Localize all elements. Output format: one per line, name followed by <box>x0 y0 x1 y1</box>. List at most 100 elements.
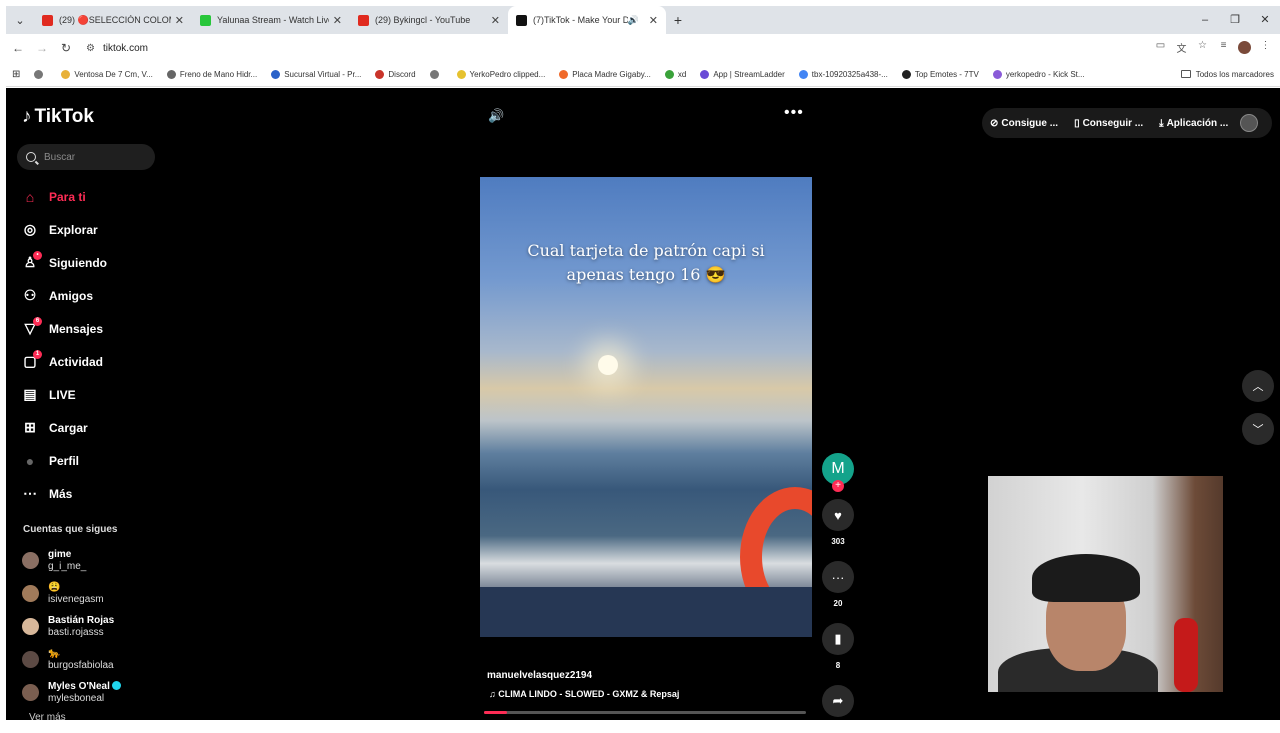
cast-icon[interactable]: ▭ <box>1150 40 1171 57</box>
avatar <box>22 651 39 668</box>
sidebar-item-label: Mensajes <box>49 321 104 336</box>
reload-icon[interactable]: ↻ <box>54 41 78 55</box>
top-action-button[interactable]: ⊘ Consigue ... <box>982 118 1066 129</box>
tab-close-icon[interactable]: ✕ <box>333 14 342 27</box>
browser-tab[interactable]: (29) 🔴SELECCIÓN COLOMBIA ✕ <box>34 6 192 34</box>
bookmark-item[interactable]: Ventosa De 7 Cm, V... <box>55 69 160 79</box>
video-progress-bar[interactable] <box>484 711 806 714</box>
see-more-link[interactable]: Ver más <box>29 712 66 723</box>
sidebar-item[interactable]: ▢ 1 Actividad <box>22 345 162 378</box>
following-item[interactable]: Bastián Rojas basti.rojasss <box>22 610 162 643</box>
bookmark-item[interactable]: Top Emotes - 7TV <box>896 69 987 79</box>
video-action[interactable]: ▮ 8 <box>822 623 854 671</box>
heart-icon[interactable]: ♥ <box>822 499 854 531</box>
bookmark-favicon-icon <box>700 69 710 79</box>
video-music[interactable]: ♫ CLIMA LINDO - SLOWED - GXMZ & Repsaj <box>489 689 679 699</box>
minimize-icon[interactable]: – <box>1190 6 1220 34</box>
video-action[interactable]: ··· 20 <box>822 561 854 609</box>
more-icon: ⋯ <box>22 485 38 502</box>
following-handle: mylesboneal <box>48 692 105 704</box>
bookmark-label: Discord <box>388 69 416 79</box>
video-action[interactable]: ➦ 8 <box>822 685 854 733</box>
sidebar-item[interactable]: ◎ Explorar <box>22 213 162 246</box>
bookmark-item[interactable] <box>424 69 451 79</box>
top-action-button[interactable]: ⤓ Aplicación ... <box>1151 118 1236 129</box>
bookmark-item[interactable]: Freno de Mano Hidr... <box>161 69 265 79</box>
url-field[interactable]: ⚙ tiktok.com <box>86 37 1126 59</box>
tab-close-icon[interactable]: ✕ <box>175 14 184 27</box>
following-item[interactable]: gime g_i_me_ <box>22 544 162 577</box>
forward-icon[interactable]: → <box>30 41 54 55</box>
sidebar-item-label: Perfil <box>49 453 80 468</box>
webcam-microphone <box>1174 618 1198 692</box>
following-title: Cuentas que sigues <box>23 524 118 535</box>
all-bookmarks[interactable]: Todos los marcadores <box>1180 70 1280 79</box>
bookmark-item[interactable]: yerkopedro - Kick St... <box>987 69 1093 79</box>
restore-icon[interactable]: ❐ <box>1220 6 1250 34</box>
browser-tab[interactable]: (7)TikTok - Make Your Day🔊 ✕ <box>508 6 666 34</box>
previous-video-button[interactable]: ︿ <box>1242 370 1274 402</box>
translate-icon[interactable]: 文 <box>1171 40 1192 57</box>
sidebar-item[interactable]: ▤ LIVE <box>22 378 162 411</box>
next-video-button[interactable]: ﹀ <box>1242 413 1274 445</box>
volume-icon[interactable]: 🔊 <box>488 108 504 124</box>
following-item[interactable]: 😩 isivenegasm <box>22 577 162 610</box>
tiktok-note-icon: ♪ <box>22 106 32 127</box>
apps-icon[interactable]: ⊞ <box>6 69 28 80</box>
url-text: tiktok.com <box>102 42 148 54</box>
tab-close-icon[interactable]: ✕ <box>649 14 658 27</box>
bookmark-favicon-icon <box>429 69 439 79</box>
top-action-button[interactable]: ▯ Conseguir ... <box>1066 118 1151 129</box>
bookmark-item[interactable]: App | StreamLadder <box>694 69 792 79</box>
video-more-icon[interactable]: ••• <box>784 104 804 122</box>
following-name-text: Myles O'Neal <box>48 680 110 692</box>
sidebar-item[interactable]: ● Perfil <box>22 444 162 477</box>
compass-icon: ◎ <box>22 221 38 238</box>
bookmark-item[interactable]: Sucursal Virtual - Pr... <box>265 69 369 79</box>
share-icon[interactable]: ➦ <box>822 685 854 717</box>
search-input[interactable]: Buscar <box>17 144 155 170</box>
site-info-icon[interactable]: ⚙ <box>86 43 95 54</box>
video-action[interactable]: ♥ 303 <box>822 499 854 547</box>
bookmark-item[interactable]: xd <box>659 69 694 79</box>
new-tab-button[interactable]: + <box>666 12 690 28</box>
sidebar-item[interactable]: ⌂ Para ti <box>22 180 162 213</box>
following-item[interactable]: Myles O'Neal mylesboneal <box>22 676 162 709</box>
tab-search-icon[interactable]: ⌄ <box>6 14 34 27</box>
video-author[interactable]: manuelvelasquez2194 <box>487 670 592 681</box>
bookmark-label: yerkopedro - Kick St... <box>1005 69 1085 79</box>
bookmark-label: Placa Madre Gigaby... <box>572 69 651 79</box>
close-window-icon[interactable]: ✕ <box>1250 6 1280 34</box>
follow-plus-icon[interactable]: + <box>832 480 844 492</box>
comment-icon[interactable]: ··· <box>822 561 854 593</box>
star-icon[interactable]: ☆ <box>1192 40 1213 57</box>
sidebar-item[interactable]: ▽ 6 Mensajes <box>22 312 162 345</box>
media-icon[interactable]: ≡ <box>1213 40 1234 57</box>
menu-icon[interactable]: ⋮ <box>1255 40 1276 57</box>
bookmark-item[interactable] <box>28 69 55 79</box>
tab-close-icon[interactable]: ✕ <box>491 14 500 27</box>
user-avatar[interactable] <box>1240 114 1259 132</box>
back-icon[interactable]: ← <box>6 41 30 55</box>
bookmark-item[interactable]: Placa Madre Gigaby... <box>553 69 659 79</box>
avatar <box>22 552 39 569</box>
video-player[interactable]: Cual tarjeta de patrón capi si apenas te… <box>480 177 812 637</box>
bookmark-label: Ventosa De 7 Cm, V... <box>74 69 153 79</box>
browser-tab[interactable]: (29) Bykingcl - YouTube ✕ <box>350 6 508 34</box>
following-names: Myles O'Neal mylesboneal <box>48 681 121 705</box>
sidebar-item[interactable]: ⊞ Cargar <box>22 411 162 444</box>
sidebar-item[interactable]: ⋯ Más <box>22 477 162 510</box>
tiktok-logo[interactable]: ♪ TikTok <box>22 106 94 128</box>
browser-tab[interactable]: Yalunaa Stream - Watch Live on... ✕ <box>192 6 350 34</box>
tab-audio-icon[interactable]: 🔊 <box>628 15 639 26</box>
bookmark-item[interactable]: Discord <box>369 69 423 79</box>
upload-icon: ⊞ <box>22 419 38 436</box>
profile-avatar[interactable] <box>1234 40 1255 57</box>
bookmark-item[interactable]: YerkoPedro clipped... <box>451 69 554 79</box>
following-item[interactable]: 🐆 burgosfabiolaa <box>22 643 162 676</box>
sidebar-item[interactable]: ♙ • Siguiendo <box>22 246 162 279</box>
bookmark-icon[interactable]: ▮ <box>822 623 854 655</box>
sidebar-item[interactable]: ⚇ Amigos <box>22 279 162 312</box>
bookmark-item[interactable]: tbx-10920325a438-... <box>793 69 896 79</box>
creator-avatar[interactable]: M + <box>822 453 854 492</box>
